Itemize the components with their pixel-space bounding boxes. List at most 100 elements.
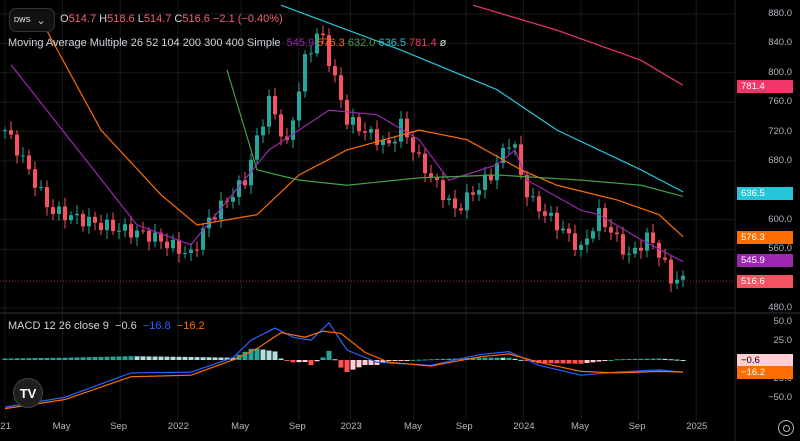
candle-body [297,91,301,121]
candle-body [279,114,283,137]
macd-histogram-bar [104,356,110,360]
macd-histogram-bar [440,358,446,360]
macd-histogram-bar [152,356,158,360]
candle-body [585,238,589,245]
candle-body [75,213,79,216]
macd-histogram-bar [290,360,296,363]
price-chart[interactable] [0,0,800,441]
price-tag: 545.9 [737,253,793,267]
candle-body [483,174,487,190]
candle-body [267,95,271,127]
candle-body [447,198,451,201]
candle-body [171,239,175,249]
macd-histogram-bar [362,360,368,366]
candle-body [3,130,7,132]
macd-histogram-bar [308,360,314,366]
macd-histogram-bar [254,348,260,360]
macd-histogram-bar [146,356,152,360]
candle-body [9,130,13,135]
candle-body [393,141,397,144]
time-axis-label: May [52,421,71,432]
time-axis-label: 021 [0,421,11,432]
candle-body [117,230,121,232]
macd-histogram-bar [68,357,74,360]
candle-body [615,232,619,235]
tradingview-logo[interactable]: TV [13,378,43,408]
candle-body [177,239,181,254]
candle-body [87,216,91,227]
macd-tag: −16.2 [737,366,793,380]
candle-body [531,196,535,198]
candle-body [561,228,565,231]
price-tag: 576.3 [737,231,793,245]
candle-body [63,206,67,221]
macd-histogram-bar [338,360,344,368]
macd-histogram-bar [158,356,164,360]
ma-legend[interactable]: Moving Average Multiple 26 52 104 200 30… [8,37,446,49]
candle-body [93,216,97,223]
candle-body [525,174,529,198]
candle-body [147,230,151,242]
candle-body [321,33,325,36]
candle-body [105,219,109,231]
macd-histogram-bar [392,360,398,361]
candle-body [549,212,553,216]
macd-histogram-bar [302,360,308,363]
macd-histogram-bar [446,358,452,360]
time-axis-label: 2025 [686,421,708,432]
macd-histogram-bar [572,360,578,364]
macd-histogram-bar [176,356,182,360]
candle-body [51,207,55,214]
macd-histogram-bar [614,359,620,361]
macd-histogram-bar [398,360,404,361]
symbol-button[interactable]: DWS ⌄ [9,8,55,32]
candle-body [363,131,367,133]
macd-histogram-bar [272,351,278,360]
candle-body [135,230,139,238]
macd-histogram-bar [56,357,62,360]
macd-legend[interactable]: MACD 12 26 close 9 −0.6 −16.8 −16.2 [8,320,205,332]
macd-histogram-bar [506,357,512,360]
macd-histogram-bar [500,357,506,360]
macd-histogram-bar [662,358,668,360]
macd-histogram-bar [410,359,416,361]
macd-histogram-bar [350,360,356,370]
price-axis-label: 560.0 [768,243,792,255]
macd-histogram-bar [416,359,422,361]
macd-histogram-bar [476,357,482,360]
candle-body [39,187,43,189]
price-tag: 636.5 [737,186,793,200]
macd-histogram-bar [266,350,272,360]
macd-histogram-bar [80,357,86,360]
candle-body [357,117,361,132]
macd-histogram-bar [62,357,68,360]
macd-histogram-bar [20,358,26,360]
macd-histogram-bar [212,357,218,360]
candle-body [339,75,343,100]
macd-histogram-bar [650,358,656,360]
price-tag: 781.4 [737,80,793,94]
candle-body [507,147,511,149]
macd-histogram-bar [110,356,116,360]
macd-histogram-bar [128,356,134,360]
candle-body [123,224,127,231]
candle-body [465,192,469,211]
macd-histogram-bar [284,360,290,361]
macd-histogram-bar [494,357,500,360]
candle-body [255,135,259,160]
settings-gear-icon[interactable] [778,420,794,436]
candle-body [453,198,457,209]
symbol-logo: DWS [14,16,31,24]
macd-histogram-bar [194,357,200,360]
macd-histogram-bar [356,360,362,368]
candle-body [309,53,313,55]
candle-body [417,152,421,154]
candle-body [21,155,25,157]
candle-body [471,192,475,195]
candle-body [477,189,481,195]
candle-body [681,275,685,280]
candle-body [459,208,463,211]
time-axis-label: Sep [288,421,306,432]
candle-body [591,231,595,239]
macd-axis-label: −50.0 [767,392,792,403]
